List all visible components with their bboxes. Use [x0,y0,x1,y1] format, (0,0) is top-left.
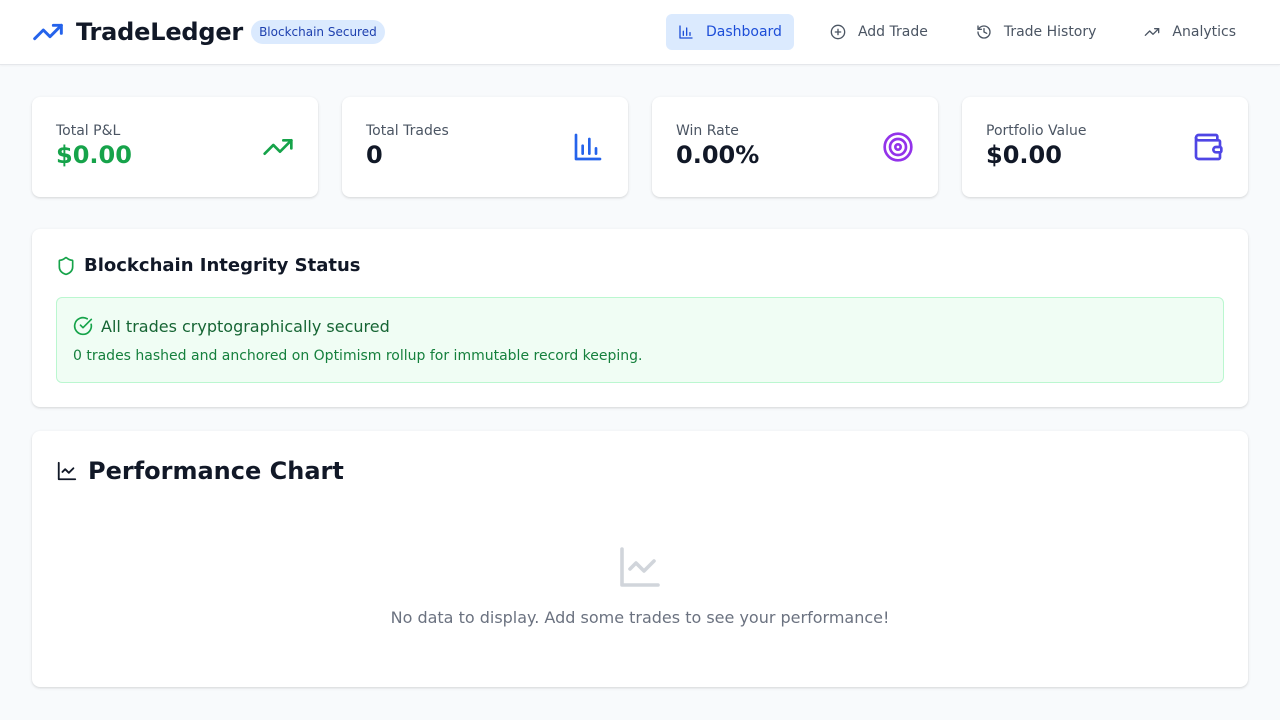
empty-state-message: No data to display. Add some trades to s… [390,608,890,627]
status-description: 0 trades hashed and anchored on Optimism… [73,348,643,364]
target-icon [882,131,914,163]
trending-up-icon [32,16,64,48]
chart-title: Performance Chart [88,457,344,485]
stat-card-total-trades: Total Trades 0 [342,97,628,197]
stat-card-total-pnl: Total P&L $0.00 [32,97,318,197]
stat-card-win-rate: Win Rate 0.00% [652,97,938,197]
stat-card-portfolio-value: Portfolio Value $0.00 [962,97,1248,197]
stat-label: Total P&L [56,123,121,139]
bar-chart-icon [572,131,604,163]
trending-up-icon [262,131,294,163]
check-circle-icon [73,316,93,336]
nav-dashboard-label: Dashboard [705,24,782,40]
integrity-header: Blockchain Integrity Status [56,255,361,276]
stat-label: Win Rate [676,123,739,139]
integrity-title: Blockchain Integrity Status [84,255,361,276]
nav-trade-history-label: Trade History [1003,24,1097,40]
top-header: TradeLedger Blockchain Secured Dashboard… [0,0,1280,65]
stat-value: 0.00% [676,141,760,169]
app-title: TradeLedger [76,18,244,46]
main-nav: Dashboard Add Trade Trade History Analyt… [665,14,1248,50]
nav-add-trade-label: Add Trade [857,24,928,40]
line-chart-icon [56,460,78,482]
secured-badge: Blockchain Secured [251,20,385,44]
history-icon [976,24,992,40]
nav-trade-history[interactable]: Trade History [964,14,1109,50]
chart-header: Performance Chart [56,457,344,485]
nav-analytics[interactable]: Analytics [1132,14,1248,50]
nav-add-trade[interactable]: Add Trade [818,14,940,50]
status-title: All trades cryptographically secured [101,316,390,336]
integrity-panel: Blockchain Integrity Status All trades c… [32,229,1248,407]
nav-analytics-label: Analytics [1172,24,1236,40]
trending-up-icon [1144,24,1160,40]
stat-value: 0 [366,141,383,169]
nav-dashboard[interactable]: Dashboard [665,14,794,50]
integrity-status-box: All trades cryptographically secured 0 t… [56,297,1224,383]
stat-label: Portfolio Value [986,123,1087,139]
bar-chart-icon [678,24,694,40]
performance-chart-panel: Performance Chart No data to display. Ad… [32,431,1248,687]
stat-label: Total Trades [366,123,449,139]
stat-value: $0.00 [986,141,1062,169]
wallet-icon [1192,131,1224,163]
shield-icon [56,256,76,276]
status-heading: All trades cryptographically secured [73,316,390,336]
stat-value: $0.00 [56,141,132,169]
line-chart-icon [616,543,664,591]
brand[interactable]: TradeLedger Blockchain Secured [32,14,385,50]
plus-circle-icon [830,24,846,40]
